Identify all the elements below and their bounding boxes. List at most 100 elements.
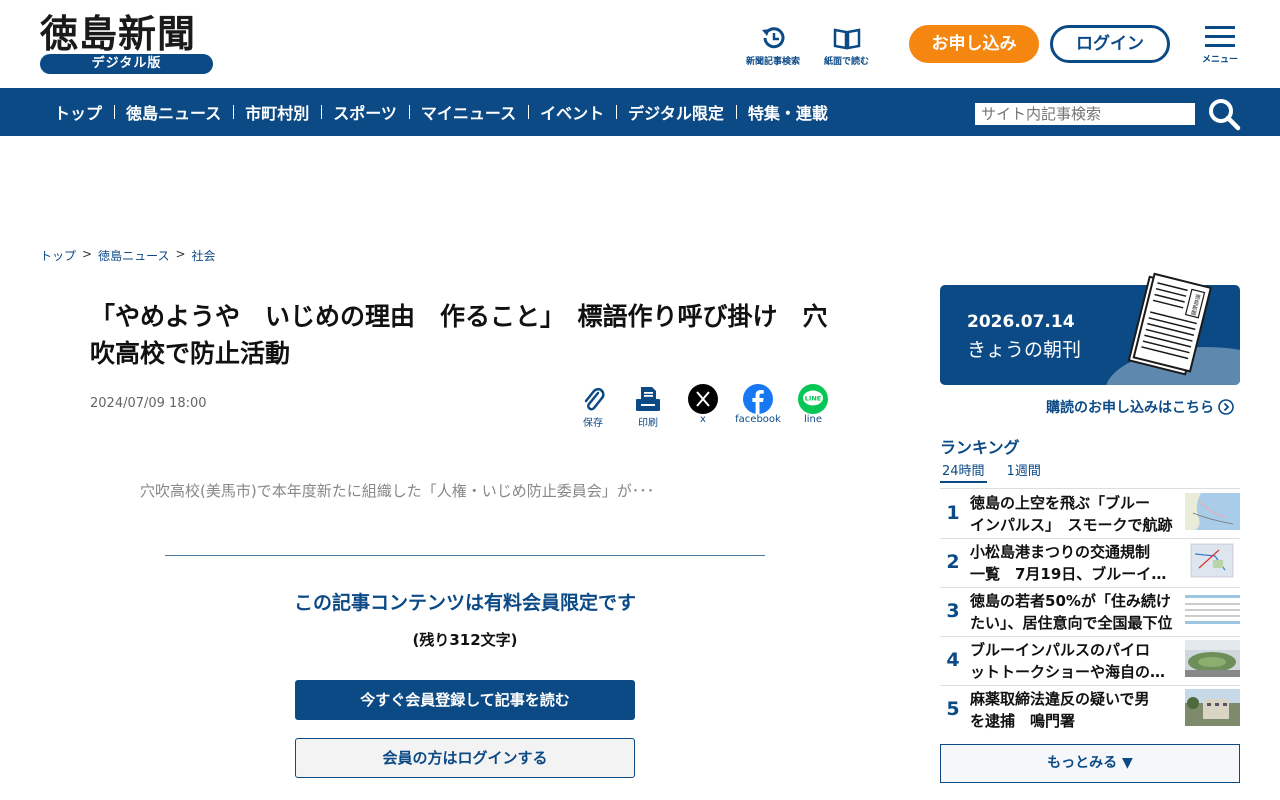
ranking-headline-line1: 小松島港まつりの交通規制 bbox=[970, 543, 1151, 561]
facebook-label: facebook bbox=[735, 414, 781, 425]
facebook-icon bbox=[743, 384, 773, 414]
ranking-thumbnail-stadium bbox=[1185, 640, 1240, 677]
read-paper-link[interactable]: 紙面で読む bbox=[824, 24, 869, 67]
x-logo-icon bbox=[688, 384, 718, 414]
line-icon: LINE bbox=[798, 384, 828, 414]
register-button[interactable]: 今すぐ会員登録して記事を読む bbox=[295, 680, 635, 720]
ranking-headline-line1: 徳島の上空を飛ぶ「ブルー bbox=[970, 494, 1151, 512]
newspaper-icon: 徳島新聞 bbox=[1127, 272, 1213, 376]
subscribe-link[interactable]: 購読のお申し込みはこちら bbox=[1046, 397, 1234, 417]
ranking-headline-line1: 徳島の若者50%が「住み続け bbox=[970, 592, 1171, 610]
ranking-number: 3 bbox=[946, 600, 960, 622]
line-badge-text: LINE bbox=[805, 395, 821, 403]
print-label: 印刷 bbox=[638, 418, 658, 429]
ranking-headline-line2: たい」、居住意向で全国最下位 bbox=[970, 614, 1173, 632]
menu-label: メニュー bbox=[1201, 55, 1238, 65]
ranking-number: 1 bbox=[946, 502, 960, 524]
nav-item-digital-only[interactable]: デジタル限定 bbox=[616, 100, 736, 124]
tab-24h[interactable]: 24時間 bbox=[940, 460, 987, 483]
ranking-headline: ブルーインパルスのパイロ ットトークショーや海自の艦艇 bbox=[970, 639, 1176, 681]
login-button[interactable]: ログイン bbox=[1050, 25, 1170, 63]
x-label: x bbox=[700, 414, 706, 425]
ranking-separator bbox=[940, 587, 1240, 588]
apply-button[interactable]: お申し込み bbox=[909, 25, 1039, 63]
ranking-separator bbox=[940, 685, 1240, 686]
ranking-separator bbox=[940, 636, 1240, 637]
nav-item-municipalities[interactable]: 市町村別 bbox=[233, 100, 321, 124]
save-button[interactable]: 保存 bbox=[568, 384, 618, 429]
paperclip-icon bbox=[584, 387, 605, 411]
hamburger-icon bbox=[1205, 26, 1235, 29]
breadcrumb-society[interactable]: 社会 bbox=[192, 247, 216, 264]
ranking-headline-line2: インパルス」 スモークで航跡 bbox=[970, 516, 1173, 534]
ranking-thumbnail-police-station bbox=[1185, 689, 1240, 726]
open-book-icon bbox=[833, 28, 860, 50]
ranking-thumbnail-table bbox=[1185, 591, 1240, 628]
menu-button[interactable]: メニュー bbox=[1198, 26, 1242, 65]
history-clock-icon bbox=[762, 27, 785, 49]
site-header: 徳島新聞 デジタル版 新聞記事検索 紙面で読む お申し込み ログイン メニュー bbox=[0, 0, 1280, 88]
remaining-characters: (残り312文字) bbox=[412, 631, 518, 649]
hamburger-icon-bar bbox=[1205, 44, 1235, 47]
member-login-button[interactable]: 会員の方はログインする bbox=[295, 738, 635, 778]
article-search-link[interactable]: 新聞記事検索 bbox=[746, 24, 800, 67]
tab-1week[interactable]: 1週間 bbox=[1007, 460, 1041, 483]
read-paper-label: 紙面で読む bbox=[824, 57, 870, 67]
share-x-button[interactable]: x bbox=[678, 384, 728, 425]
ranking-separator bbox=[940, 538, 1240, 539]
ranking-headline: 小松島港まつりの交通規制 一覧 7月19日、ブルーインパルス bbox=[970, 541, 1176, 583]
ranking-headline-line2: 一覧 7月19日、ブルーインパルス bbox=[970, 565, 1176, 583]
ranking-thumbnail-traffic-map bbox=[1185, 542, 1240, 579]
ranking-tabs: 24時間 1週間 bbox=[940, 460, 1041, 483]
logo-text: 徳島新聞 bbox=[40, 11, 197, 56]
ranking-headline-line1: ブルーインパルスのパイロ bbox=[970, 641, 1151, 659]
subscribe-link-label: 購読のお申し込みはこちら bbox=[1046, 400, 1214, 416]
ranking-item[interactable]: 1 徳島の上空を飛ぶ「ブルー インパルス」 スモークで航跡 bbox=[940, 492, 1240, 538]
chevron-right-circle-icon bbox=[1218, 399, 1234, 415]
ranking-headline-line1: 麻薬取締法違反の疑いで男 bbox=[970, 690, 1150, 708]
search-button[interactable] bbox=[1206, 96, 1242, 132]
ranking-headline: 徳島の上空を飛ぶ「ブルー インパルス」 スモークで航跡 bbox=[970, 492, 1176, 534]
nav-item-sports[interactable]: スポーツ bbox=[321, 100, 409, 124]
paywall-notice: この記事コンテンツは有料会員限定です bbox=[293, 592, 636, 614]
nav-item-my-news[interactable]: マイニュース bbox=[408, 100, 528, 124]
paper-label: きょうの朝刊 bbox=[967, 339, 1082, 361]
line-label: line bbox=[803, 414, 823, 425]
article-date: 2024/07/09 18:00 bbox=[90, 396, 207, 411]
ranking-item[interactable]: 3 徳島の若者50%が「住み続け たい」、居住意向で全国最下位 bbox=[940, 590, 1240, 636]
ranking-item[interactable]: 5 麻薬取締法違反の疑いで男 を逮捕 鳴門署 bbox=[940, 688, 1240, 734]
nav-item-features[interactable]: 特集・連載 bbox=[735, 100, 840, 124]
nav-item-top[interactable]: トップ bbox=[42, 100, 114, 124]
ranking-headline-line2: を逮捕 鳴門署 bbox=[970, 712, 1076, 730]
share-facebook-button[interactable]: facebook bbox=[733, 384, 783, 425]
ranking-number: 5 bbox=[946, 698, 960, 720]
ranking-number: 2 bbox=[946, 551, 960, 573]
logo-subtitle: デジタル版 bbox=[40, 54, 213, 74]
nav-item-events[interactable]: イベント bbox=[528, 100, 616, 124]
more-ranking-button[interactable]: もっとみる ▼ bbox=[940, 744, 1240, 783]
ranking-item[interactable]: 4 ブルーインパルスのパイロ ットトークショーや海自の艦艇 bbox=[940, 639, 1240, 685]
nav-list: トップ 徳島ニュース 市町村別 スポーツ マイニュース イベント デジタル限定 … bbox=[42, 88, 840, 136]
site-search-input[interactable] bbox=[975, 103, 1195, 125]
breadcrumb-separator: > bbox=[82, 247, 93, 261]
ranking-headline: 徳島の若者50%が「住み続け たい」、居住意向で全国最下位 bbox=[970, 590, 1176, 632]
site-logo[interactable]: 徳島新聞 デジタル版 bbox=[40, 12, 214, 76]
ranking-headline-line2: ットトークショーや海自の艦艇 bbox=[970, 663, 1176, 681]
breadcrumb-tokushima-news[interactable]: 徳島ニュース bbox=[98, 247, 169, 264]
ranking-item[interactable]: 2 小松島港まつりの交通規制 一覧 7月19日、ブルーインパルス bbox=[940, 541, 1240, 587]
share-line-button[interactable]: LINE line bbox=[788, 384, 838, 425]
ranking-title: ランキング bbox=[940, 438, 1020, 457]
article-search-label: 新聞記事検索 bbox=[746, 57, 801, 67]
ranking-thumbnail-map bbox=[1185, 493, 1240, 530]
save-label: 保存 bbox=[583, 418, 603, 429]
nav-item-tokushima-news[interactable]: 徳島ニュース bbox=[114, 100, 233, 124]
breadcrumb-top[interactable]: トップ bbox=[40, 247, 76, 264]
print-button[interactable]: 印刷 bbox=[623, 384, 673, 429]
paper-date: 2026.07.14 bbox=[967, 312, 1075, 332]
breadcrumb: トップ > 徳島ニュース > 社会 bbox=[40, 247, 216, 264]
ranking-number: 4 bbox=[946, 649, 960, 671]
print-icon bbox=[636, 387, 660, 411]
ranking-separator bbox=[940, 488, 1240, 489]
breadcrumb-separator: > bbox=[175, 247, 186, 261]
hamburger-icon-bar bbox=[1205, 35, 1235, 38]
